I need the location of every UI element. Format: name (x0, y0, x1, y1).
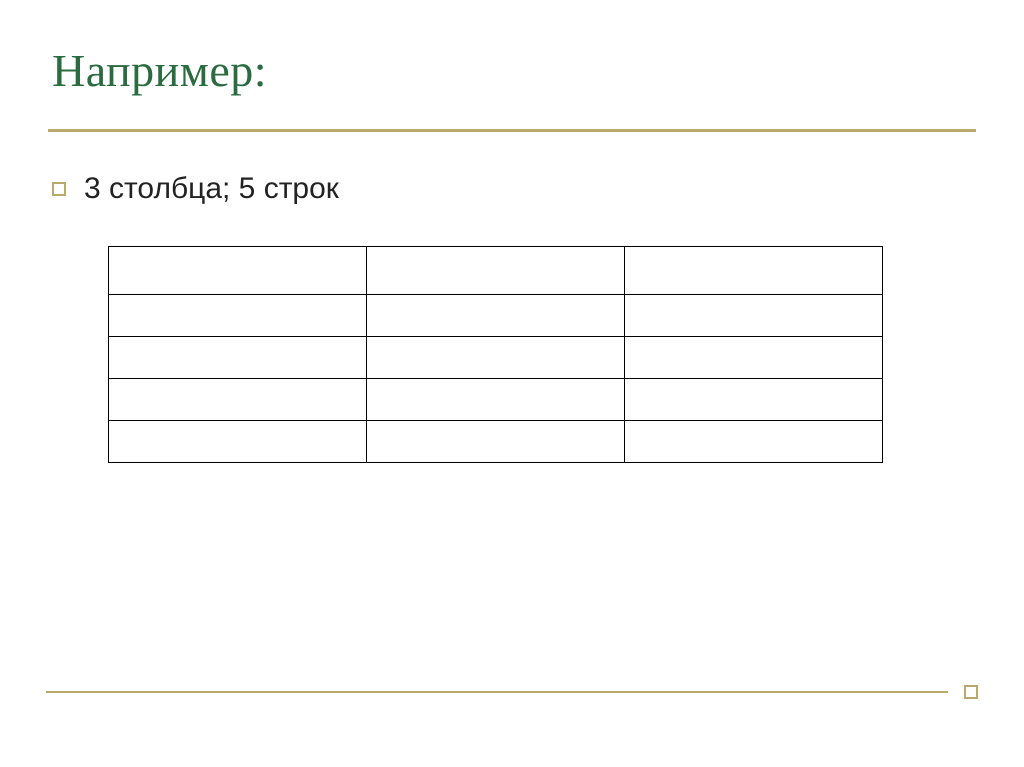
square-bullet-icon (52, 182, 66, 196)
table-row (109, 295, 883, 337)
example-table (108, 246, 883, 463)
table-cell (109, 337, 367, 379)
table-cell (109, 379, 367, 421)
table-cell (625, 421, 883, 463)
footer-divider (46, 685, 978, 699)
table-cell (625, 379, 883, 421)
bullet-item: 3 столбца; 5 строк (48, 172, 976, 206)
bullet-text: 3 столбца; 5 строк (84, 172, 339, 206)
title-area: Например: (6, 6, 1018, 115)
content-area: 3 столбца; 5 строк (6, 132, 1018, 463)
table-row (109, 379, 883, 421)
table-row (109, 337, 883, 379)
slide-frame: Например: 3 столбца; 5 строк (6, 6, 1018, 761)
example-table-wrap (108, 246, 883, 463)
table-cell (109, 295, 367, 337)
page-title: Например: (52, 44, 972, 97)
table-row (109, 247, 883, 295)
table-cell (625, 247, 883, 295)
table-cell (109, 247, 367, 295)
table-cell (367, 295, 625, 337)
table-cell (367, 421, 625, 463)
table-cell (625, 337, 883, 379)
table-cell (367, 247, 625, 295)
footer-line (46, 691, 948, 693)
table-cell (367, 379, 625, 421)
table-cell (109, 421, 367, 463)
table-row (109, 421, 883, 463)
table-cell (625, 295, 883, 337)
table-cell (367, 337, 625, 379)
footer-square-icon (964, 685, 978, 699)
